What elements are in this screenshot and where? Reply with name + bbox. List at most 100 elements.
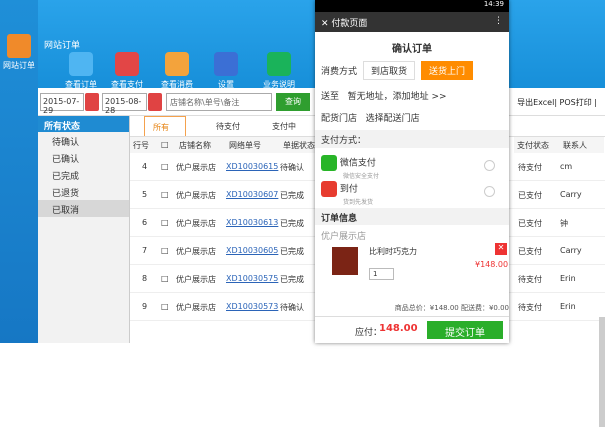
contact: 钟 <box>560 219 568 228</box>
row-checkbox[interactable]: □ <box>161 218 169 227</box>
address-value: 暂无地址，添加地址 >> <box>347 92 447 102</box>
order-info-heading: 订单信息 <box>315 208 509 225</box>
view-orders-button[interactable]: 查看订单 <box>60 52 102 90</box>
sidebar-item[interactable]: 已完成 <box>38 166 129 183</box>
order-link[interactable]: XD10030615 <box>226 162 278 171</box>
confirm-order-title: 确认订单 <box>392 44 432 55</box>
order-status: 已完成 <box>280 191 304 200</box>
row-checkbox[interactable]: □ <box>161 190 169 199</box>
row-checkbox[interactable]: □ <box>161 302 169 311</box>
pickup-option[interactable]: 到店取货 <box>363 61 416 80</box>
view-consumption-button[interactable]: 查看消费 <box>156 52 198 90</box>
payment-status: 待支付 <box>518 275 542 284</box>
order-status: 已完成 <box>280 219 304 228</box>
payment-status: 待支付 <box>518 303 542 312</box>
submit-order-button[interactable]: 提交订单 <box>427 321 503 339</box>
wechat-label: 微信支付 <box>339 158 376 169</box>
export-links[interactable]: 导出Excel| POS打印 | <box>517 97 597 108</box>
sidebar-item-selected[interactable]: 已取消 <box>38 200 129 217</box>
contact: Erin <box>560 274 576 283</box>
app-logo[interactable]: 网站订单 <box>3 34 35 76</box>
payment-status: 待支付 <box>518 163 542 172</box>
settings-button[interactable]: 设置 <box>205 52 247 90</box>
sidebar-item[interactable]: 待确认 <box>38 132 129 149</box>
select-all-checkbox[interactable]: □ <box>158 137 176 153</box>
radio-button[interactable] <box>484 186 495 197</box>
row-number: 5 <box>142 190 148 199</box>
sidebar-title: 所有状态 <box>38 116 129 132</box>
contact: Carry <box>560 190 582 199</box>
status-tabs: 所有 待支付 支付中 <box>138 116 318 136</box>
column-header: 支付状态 <box>514 137 560 153</box>
quantity-field[interactable]: 1 <box>369 268 394 280</box>
search-button[interactable]: 查询 <box>276 93 310 111</box>
app-side-label: 网站订单 <box>3 61 35 70</box>
shop-name: 优户展示店 <box>176 275 216 284</box>
wechat-icon <box>321 155 337 171</box>
consume-label: 消费方式 <box>321 67 358 77</box>
payment-status: 已支付 <box>518 247 542 256</box>
shop-name: 优户展示店 <box>176 219 216 228</box>
delivery-icon <box>321 181 337 197</box>
calendar-icon[interactable] <box>148 93 162 111</box>
tab-paying[interactable]: 支付中 <box>264 116 304 136</box>
tab-all[interactable]: 所有 <box>144 116 186 136</box>
address-row[interactable]: 送至 暂无地址，添加地址 >> <box>315 86 509 104</box>
column-header: 联系人 <box>560 137 604 153</box>
view-payment-button[interactable]: 查看支付 <box>106 52 148 90</box>
row-number: 6 <box>142 218 148 227</box>
calendar-icon[interactable] <box>85 93 99 111</box>
date-to-field[interactable]: 2015-08-28 <box>102 93 147 115</box>
wechat-pay-option[interactable]: 微信支付 微信安全支付 <box>315 152 509 180</box>
cod-label: 到付 <box>339 184 358 195</box>
cash-on-delivery-option[interactable]: 到付 货到先发货 <box>315 178 509 206</box>
order-status: 已完成 <box>280 247 304 256</box>
address-label: 送至 <box>321 92 340 102</box>
delete-icon[interactable]: ✕ <box>495 243 507 255</box>
store-value: 选择配送门店 <box>365 114 420 124</box>
phone-status-bar: 14:39 <box>315 0 509 12</box>
row-number: 4 <box>142 162 148 171</box>
order-link[interactable]: XD10030607 <box>226 190 278 199</box>
close-icon[interactable]: ✕ <box>321 19 329 29</box>
more-icon[interactable]: ⋮ <box>494 16 503 26</box>
order-summary: 商品总价：¥148.00 配送费：¥0.00 <box>394 304 509 312</box>
tab-pending-payment[interactable]: 待支付 <box>208 116 248 136</box>
shop-name: 优户展示店 <box>321 232 367 242</box>
consume-method-row: 消费方式 到店取货 送货上门 <box>315 58 509 80</box>
payment-status: 已支付 <box>518 219 542 228</box>
column-header: 网络单号 <box>226 137 280 153</box>
row-checkbox[interactable]: □ <box>161 246 169 255</box>
business-help-button[interactable]: 业务说明 <box>258 52 300 90</box>
store-label: 配货门店 <box>321 114 358 124</box>
order-link[interactable]: XD10030575 <box>226 274 278 283</box>
shop-name: 优户展示店 <box>176 247 216 256</box>
payment-footer: 应付： 148.00 提交订单 <box>315 316 509 343</box>
row-number: 7 <box>142 246 148 255</box>
delivery-option[interactable]: 送货上门 <box>421 61 474 80</box>
order-link[interactable]: XD10030573 <box>226 302 278 311</box>
product-price: ¥148.00 <box>475 260 509 269</box>
store-row[interactable]: 配货门店 选择配送门店 <box>315 108 509 126</box>
row-checkbox[interactable]: □ <box>161 274 169 283</box>
vertical-scrollbar[interactable] <box>599 317 605 427</box>
column-header: 行号 <box>130 137 158 153</box>
row-number: 9 <box>142 302 148 311</box>
contact: cm <box>560 162 573 171</box>
shop-name: 优户展示店 <box>176 163 216 172</box>
status-sidebar: 所有状态 待确认 已确认 已完成 已退货 已取消 <box>38 116 130 343</box>
search-input[interactable]: 店铺名称\单号\备注 <box>166 93 272 111</box>
payable-label: 应付： <box>355 328 383 338</box>
order-status: 已完成 <box>280 275 304 284</box>
row-checkbox[interactable]: □ <box>161 162 169 171</box>
sidebar-item[interactable]: 已退货 <box>38 183 129 200</box>
sidebar-item[interactable]: 已确认 <box>38 149 129 166</box>
payable-amount: 148.00 <box>379 323 418 334</box>
page-title: 付款页面 <box>331 19 368 29</box>
order-link[interactable]: XD10030613 <box>226 218 278 227</box>
radio-button[interactable] <box>484 160 495 171</box>
column-header: 店铺名称 <box>176 137 226 153</box>
date-from-field[interactable]: 2015-07-29 <box>40 93 84 115</box>
order-link[interactable]: XD10030605 <box>226 246 278 255</box>
product-image <box>332 247 358 275</box>
